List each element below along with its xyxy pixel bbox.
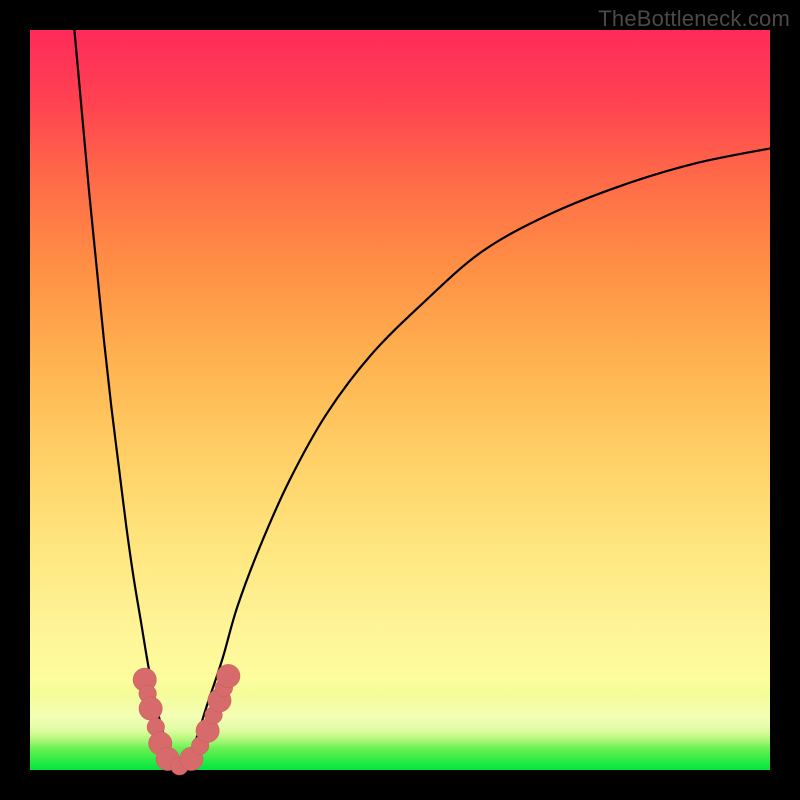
data-marker: [139, 697, 162, 720]
watermark-text: TheBottleneck.com: [598, 6, 790, 32]
chart-frame: TheBottleneck.com: [0, 0, 800, 800]
curve-layer: [30, 30, 770, 770]
data-marker: [217, 664, 240, 687]
curve-right-branch: [178, 148, 770, 770]
plot-area: [30, 30, 770, 770]
marker-group: [133, 664, 240, 775]
curve-left-branch: [74, 30, 178, 770]
